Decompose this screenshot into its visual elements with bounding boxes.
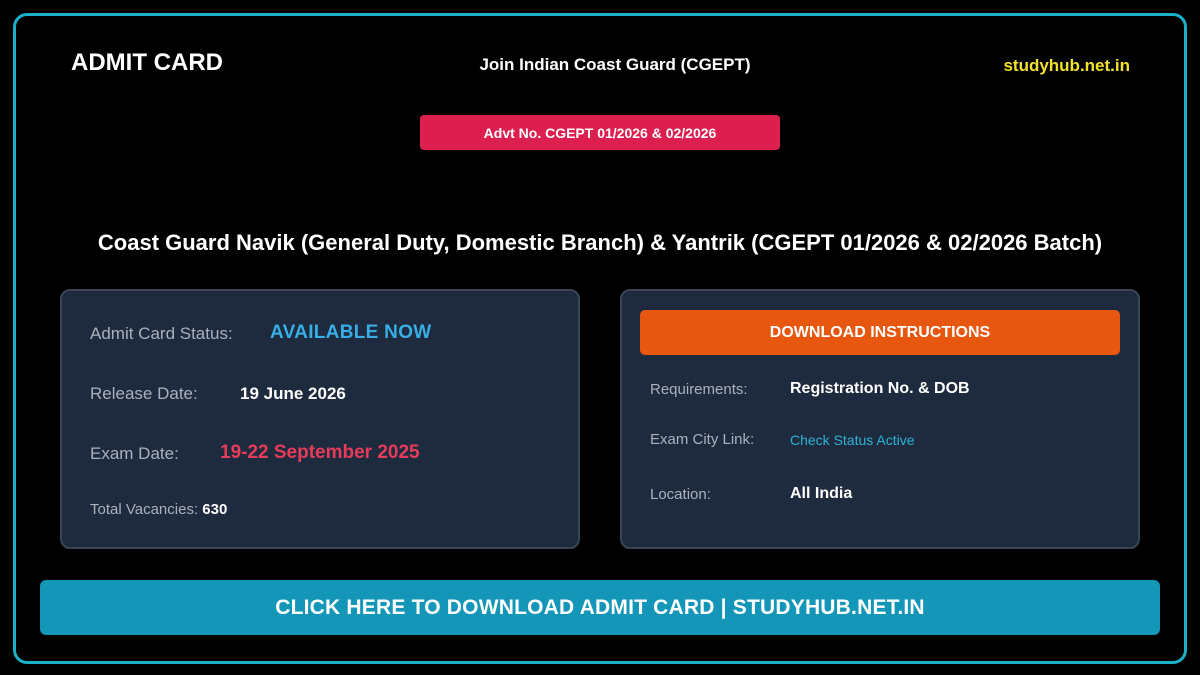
exam-date-value: 19-22 September 2025: [220, 442, 420, 463]
exam-city-link-label: Exam City Link:: [650, 431, 755, 448]
post-headline: Coast Guard Navik (General Duty, Domesti…: [97, 230, 1103, 255]
page-subtitle: Join Indian Coast Guard (CGEPT): [479, 55, 751, 74]
requirements-value: Registration No. & DOB: [790, 380, 970, 397]
requirements-label: Requirements:: [650, 381, 748, 398]
release-date-label: Release Date:: [90, 384, 198, 403]
page-title: ADMIT CARD: [71, 49, 223, 76]
exam-date-label: Exam Date:: [90, 444, 179, 463]
release-date-value: 19 June 2026: [240, 384, 346, 403]
vacancies-row: Total Vacancies: 630: [90, 501, 227, 518]
location-label: Location:: [650, 486, 711, 503]
location-value: All India: [790, 485, 853, 502]
vacancies-label: Total Vacancies:: [90, 501, 199, 518]
status-value: AVAILABLE NOW: [270, 322, 432, 343]
vacancies-value: 630: [202, 501, 228, 518]
site-link[interactable]: studyhub.net.in: [1003, 56, 1130, 76]
download-instructions-button[interactable]: DOWNLOAD INSTRUCTIONS: [640, 310, 1120, 355]
advt-badge: Advt No. CGEPT 01/2026 & 02/2026: [420, 115, 780, 150]
download-admit-card-button[interactable]: CLICK HERE TO DOWNLOAD ADMIT CARD | STUD…: [40, 580, 1160, 635]
status-label: Admit Card Status:: [90, 324, 233, 343]
exam-city-link[interactable]: Check Status Active: [790, 432, 915, 448]
